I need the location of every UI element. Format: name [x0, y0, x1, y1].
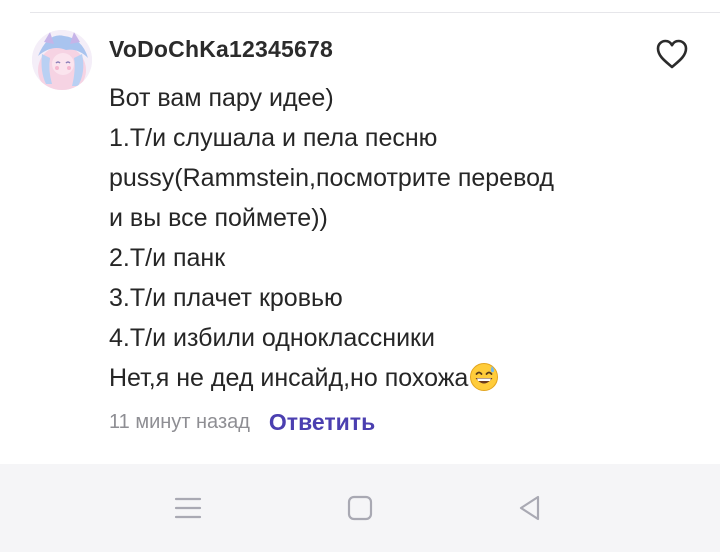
- comment-line: 1.Т/и слушала и пела песню: [109, 124, 438, 152]
- nav-menu-button[interactable]: [170, 490, 206, 526]
- square-home-icon: [347, 495, 373, 521]
- comment-body: Вот вам пару идее) 1.Т/и слушала и пела …: [109, 78, 669, 398]
- like-button[interactable]: [652, 34, 692, 74]
- avatar[interactable]: [32, 30, 92, 90]
- nav-home-button[interactable]: [342, 490, 378, 526]
- comment-line-text: Нет,я не дед инсайд,но похожа: [109, 364, 469, 392]
- comment: VoDoChKa12345678 Вот вам пару идее) 1.Т/…: [0, 0, 720, 464]
- nav-back-button[interactable]: [512, 490, 548, 526]
- comment-line: Вот вам пару идее): [109, 84, 334, 112]
- menu-icon: [174, 497, 202, 519]
- comment-line: pussy(Rammstein,посмотрите перевод: [109, 164, 555, 192]
- username[interactable]: VoDoChKa12345678: [109, 36, 333, 63]
- comment-line: 2.Т/и панк: [109, 244, 226, 272]
- comment-line: 4.Т/и избили одноклассники: [109, 324, 435, 352]
- avatar-image: [32, 30, 92, 90]
- heart-outline-icon: [656, 39, 688, 69]
- timestamp: 11 минут назад: [109, 410, 250, 433]
- system-nav-bar: [0, 464, 720, 552]
- comment-last-line: Нет,я не дед инсайд,но похожа: [109, 358, 669, 398]
- comment-line: и вы все поймете)): [109, 204, 328, 232]
- comment-line: 3.Т/и плачет кровью: [109, 284, 343, 312]
- triangle-back-icon: [519, 495, 540, 521]
- grinning-face-with-sweat-emoji-icon: [469, 362, 499, 404]
- reply-button[interactable]: Ответить: [269, 409, 375, 436]
- comment-meta: 11 минут назад Ответить: [109, 407, 375, 437]
